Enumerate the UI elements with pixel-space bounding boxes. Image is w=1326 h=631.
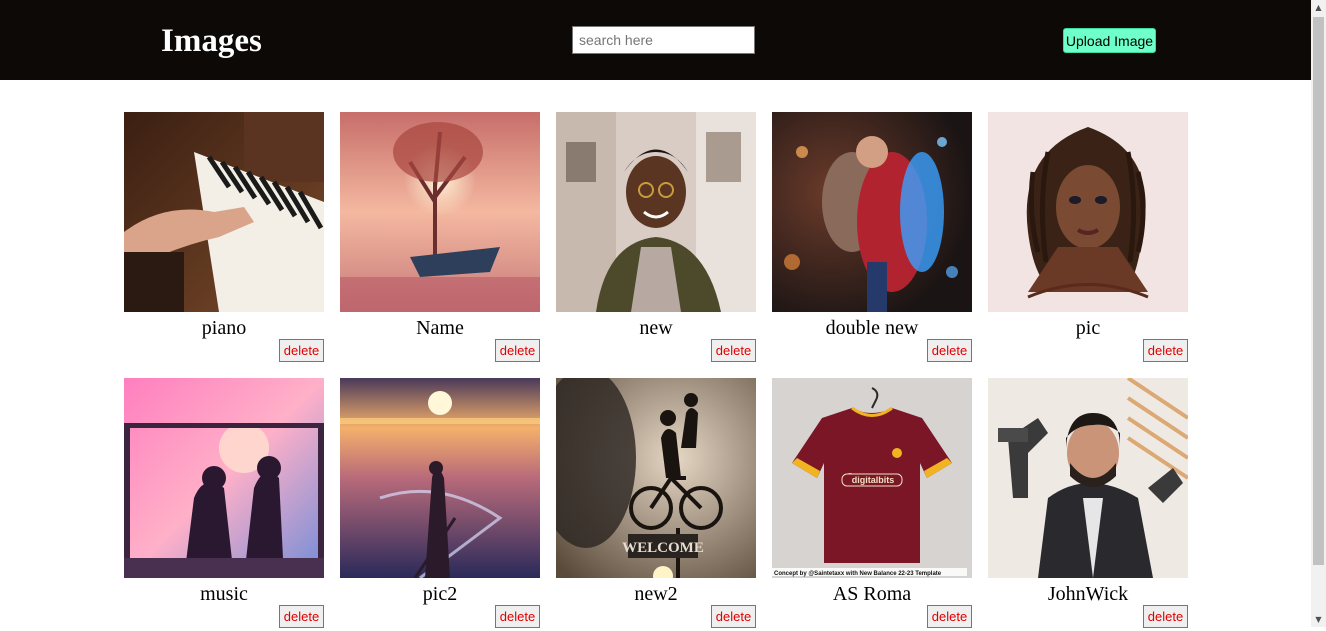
delete-button[interactable]: delete [927, 605, 972, 628]
image-name: new [639, 317, 673, 339]
image-name: double new [825, 317, 919, 339]
vertical-scrollbar[interactable]: ▲ ▼ [1311, 0, 1326, 627]
upload-image-button[interactable]: Upload Image [1063, 28, 1156, 53]
image-card: digitalbits Concept by @Saintetaxx with … [772, 378, 972, 631]
image-thumbnail[interactable]: digitalbits Concept by @Saintetaxx with … [772, 378, 972, 578]
page-title: Images [161, 23, 262, 59]
image-thumbnail[interactable]: WELCOME [556, 378, 756, 578]
image-thumbnail[interactable] [124, 378, 324, 578]
image-thumbnail[interactable] [772, 112, 972, 312]
image-card: Name delete [340, 112, 540, 365]
image-card: piano delete [124, 112, 324, 365]
image-card: new delete [556, 112, 756, 365]
delete-button[interactable]: delete [711, 605, 756, 628]
image-card: pic delete [988, 112, 1188, 365]
image-name: new2 [634, 583, 678, 605]
image-thumbnail[interactable] [340, 112, 540, 312]
arrow-down-icon[interactable]: ▼ [1311, 612, 1326, 627]
delete-button[interactable]: delete [1143, 605, 1188, 628]
delete-button[interactable]: delete [495, 605, 540, 628]
image-name: piano [201, 317, 247, 339]
image-name: JohnWick [1047, 583, 1129, 605]
image-thumbnail[interactable] [556, 112, 756, 312]
sign-text: WELCOME [622, 540, 704, 556]
delete-button[interactable]: delete [927, 339, 972, 362]
image-thumbnail[interactable] [124, 112, 324, 312]
jersey-logo-text: digitalbits [852, 475, 895, 485]
image-name: AS Roma [832, 583, 912, 605]
jersey-caption: Concept by @Saintetaxx with New Balance … [774, 571, 942, 577]
top-header: Images Upload Image [0, 0, 1311, 80]
image-name: pic [1075, 317, 1101, 339]
delete-button[interactable]: delete [711, 339, 756, 362]
image-name: Name [416, 317, 464, 339]
image-card: JohnWick delete [988, 378, 1188, 631]
delete-button[interactable]: delete [279, 605, 324, 628]
image-thumbnail[interactable] [988, 112, 1188, 312]
search-input[interactable] [572, 26, 755, 54]
image-card: WELCOME new2 delete [556, 378, 756, 631]
delete-button[interactable]: delete [279, 339, 324, 362]
image-card: music delete [124, 378, 324, 631]
image-thumbnail[interactable] [340, 378, 540, 578]
delete-button[interactable]: delete [495, 339, 540, 362]
image-name: pic2 [422, 583, 458, 605]
arrow-up-icon[interactable]: ▲ [1311, 0, 1326, 15]
image-grid: piano delete Name delete new delete doub… [124, 112, 1188, 631]
image-card: double new delete [772, 112, 972, 365]
image-name: music [200, 583, 248, 605]
scrollbar-thumb[interactable] [1313, 17, 1324, 565]
image-card: pic2 delete [340, 378, 540, 631]
image-thumbnail[interactable] [988, 378, 1188, 578]
delete-button[interactable]: delete [1143, 339, 1188, 362]
